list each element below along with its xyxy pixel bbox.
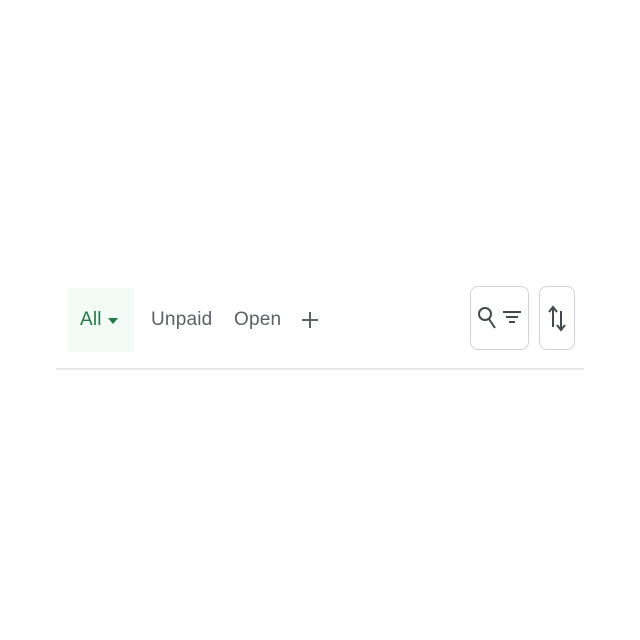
tab-unpaid[interactable]: Unpaid (151, 288, 212, 352)
tab-all-label: All (80, 309, 102, 330)
add-view-button[interactable] (296, 288, 324, 352)
sort-button[interactable] (539, 286, 575, 350)
search-icon (477, 307, 496, 329)
tab-all[interactable]: All (68, 288, 134, 352)
search-filter-button[interactable] (470, 286, 529, 350)
tab-open[interactable]: Open (234, 288, 281, 352)
sort-arrows-icon (548, 305, 566, 332)
view-tab-bar: All Unpaid Open (56, 284, 584, 370)
page: All Unpaid Open (0, 0, 640, 640)
tab-unpaid-label: Unpaid (151, 309, 213, 330)
tab-open-label: Open (234, 309, 282, 330)
plus-icon (302, 312, 318, 328)
caret-down-icon[interactable] (107, 318, 118, 324)
filter-icon (502, 311, 521, 323)
